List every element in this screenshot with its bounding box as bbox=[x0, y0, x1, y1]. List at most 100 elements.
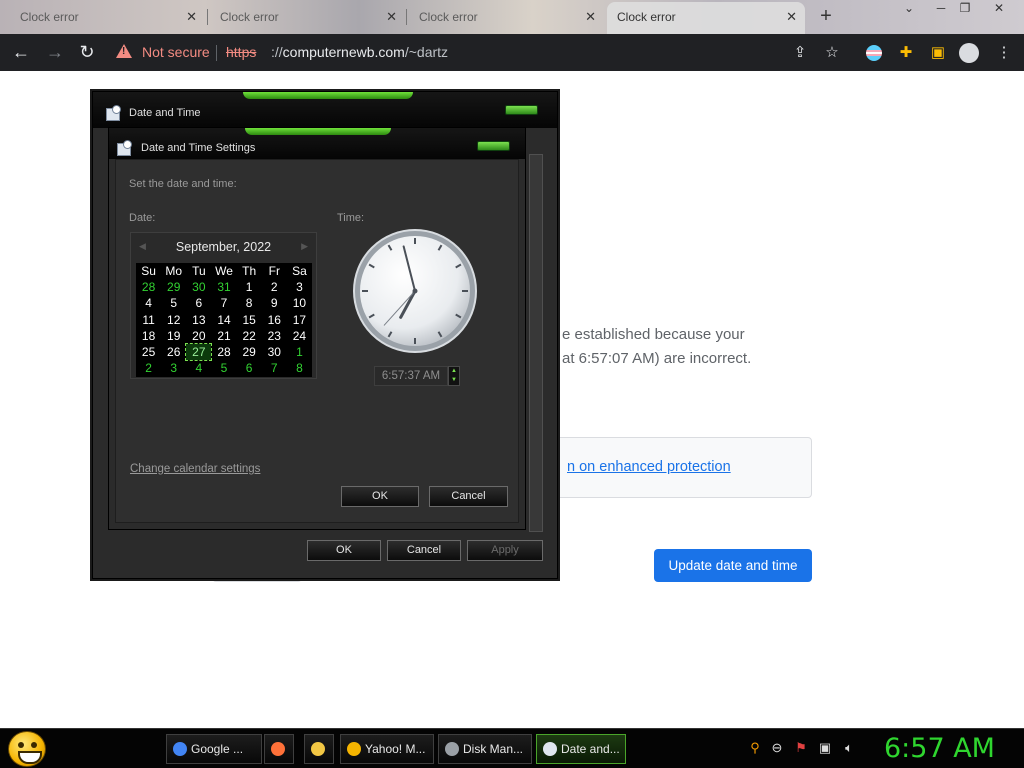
calendar-day[interactable]: 5 bbox=[161, 295, 186, 311]
change-calendar-settings-link[interactable]: Change calendar settings bbox=[130, 463, 260, 475]
calendar-day[interactable]: 1 bbox=[237, 279, 262, 295]
calendar-day[interactable]: 26 bbox=[161, 344, 186, 360]
calendar-day[interactable]: 7 bbox=[211, 295, 236, 311]
browser-tab[interactable]: Clock error ✕ bbox=[399, 0, 604, 34]
calendar-day[interactable]: 6 bbox=[237, 360, 262, 376]
taskbar-item[interactable]: Date and... bbox=[536, 734, 626, 764]
calendar-day[interactable]: 11 bbox=[136, 312, 161, 328]
calendar-day[interactable]: 2 bbox=[136, 360, 161, 376]
security-label[interactable]: Not secure bbox=[142, 44, 210, 60]
close-icon[interactable]: ✕ bbox=[386, 0, 397, 34]
apply-button[interactable]: Apply bbox=[467, 540, 543, 561]
calendar-day[interactable]: 21 bbox=[211, 328, 236, 344]
new-tab-button[interactable]: + bbox=[812, 0, 840, 34]
ok-button[interactable]: OK bbox=[341, 486, 419, 507]
dialog-titlebar[interactable]: Date and Time Settings bbox=[109, 128, 525, 159]
enhanced-protection-link[interactable]: n on enhanced protection bbox=[567, 459, 731, 475]
calendar-day[interactable]: 3 bbox=[287, 279, 312, 295]
calendar-month-label[interactable]: September, 2022 bbox=[131, 240, 316, 254]
minimize-button[interactable]: ─ bbox=[928, 0, 954, 20]
spin-down-icon[interactable]: ▼ bbox=[449, 376, 459, 385]
calendar-day[interactable]: 29 bbox=[161, 279, 186, 295]
calendar-day[interactable]: 7 bbox=[262, 360, 287, 376]
close-icon[interactable]: ✕ bbox=[585, 0, 596, 34]
calendar-day[interactable]: 24 bbox=[287, 328, 312, 344]
action-center-flag-icon[interactable]: ⚑ bbox=[792, 739, 810, 757]
calendar-day[interactable]: 16 bbox=[262, 312, 287, 328]
next-month-icon[interactable]: ▶ bbox=[301, 241, 308, 252]
browser-tab[interactable]: Clock error ✕ bbox=[200, 0, 405, 34]
calendar-day[interactable]: 14 bbox=[211, 312, 236, 328]
calendar-day[interactable]: 29 bbox=[237, 344, 262, 360]
tab-search-icon[interactable]: ⌄ bbox=[896, 0, 922, 20]
taskbar-item[interactable]: Yahoo! M... bbox=[340, 734, 434, 764]
restore-button[interactable]: ❐ bbox=[952, 0, 978, 20]
taskbar-item[interactable] bbox=[264, 734, 294, 764]
reload-icon[interactable]: ↻ bbox=[72, 34, 102, 71]
share-icon[interactable]: ⇪ bbox=[786, 34, 814, 71]
calendar-day[interactable]: 10 bbox=[287, 295, 312, 311]
volume-icon[interactable]: 🔈︎ bbox=[840, 739, 858, 757]
calendar-day[interactable]: 9 bbox=[262, 295, 287, 311]
bookmark-star-icon[interactable]: ☆ bbox=[818, 34, 846, 71]
calendar-day[interactable]: 15 bbox=[237, 312, 262, 328]
tray-status-icon[interactable]: ⊖ bbox=[768, 739, 786, 757]
update-date-time-button[interactable]: Update date and time bbox=[654, 549, 812, 582]
calendar-day[interactable]: 8 bbox=[237, 295, 262, 311]
calendar-day[interactable]: 19 bbox=[161, 328, 186, 344]
dialog-titlebar[interactable]: Date and Time bbox=[93, 92, 557, 128]
calendar-day[interactable]: 18 bbox=[136, 328, 161, 344]
forward-icon[interactable]: → bbox=[40, 34, 70, 71]
calendar-day[interactable]: 5 bbox=[211, 360, 236, 376]
calendar-day[interactable]: 12 bbox=[161, 312, 186, 328]
time-input[interactable]: 6:57:37 AM bbox=[374, 366, 448, 386]
close-window-button[interactable]: ✕ bbox=[986, 0, 1012, 20]
calendar-day[interactable]: 30 bbox=[262, 344, 287, 360]
browser-tab-active[interactable]: Clock error ✕ bbox=[607, 2, 805, 34]
cancel-button[interactable]: Cancel bbox=[429, 486, 508, 507]
calendar-day[interactable]: 22 bbox=[237, 328, 262, 344]
warning-icon[interactable] bbox=[116, 44, 132, 58]
close-icon[interactable]: ✕ bbox=[186, 0, 197, 34]
account-avatar-icon[interactable] bbox=[955, 34, 983, 71]
taskbar-item[interactable]: Google ... bbox=[166, 734, 262, 764]
calendar-day[interactable]: 4 bbox=[186, 360, 211, 376]
calendar-day[interactable]: 1 bbox=[287, 344, 312, 360]
spin-up-icon[interactable]: ▲ bbox=[449, 367, 459, 376]
start-button[interactable] bbox=[8, 731, 46, 767]
calendar-day[interactable]: 30 bbox=[186, 279, 211, 295]
close-button[interactable] bbox=[505, 105, 538, 115]
calendar-day[interactable]: 20 bbox=[186, 328, 211, 344]
network-icon[interactable]: ▣ bbox=[816, 739, 834, 757]
taskbar-item-label: Disk Man... bbox=[463, 742, 524, 756]
ok-button[interactable]: OK bbox=[307, 540, 381, 561]
address-bar[interactable]: Not secure https ://computernewb.com/~da… bbox=[106, 38, 866, 67]
calendar-day[interactable]: 8 bbox=[287, 360, 312, 376]
calendar-day[interactable]: 13 bbox=[186, 312, 211, 328]
extensions-icon[interactable]: ✚ bbox=[892, 34, 920, 71]
tray-clock[interactable]: 6:57 AM bbox=[884, 731, 995, 767]
back-icon[interactable]: ← bbox=[6, 34, 36, 71]
browser-tab[interactable]: Clock error ✕ bbox=[0, 0, 205, 34]
close-icon[interactable]: ✕ bbox=[786, 2, 797, 32]
calendar-day[interactable]: 2 bbox=[262, 279, 287, 295]
calendar-day[interactable]: 28 bbox=[211, 344, 236, 360]
taskbar-item[interactable] bbox=[304, 734, 334, 764]
profile-flag-icon[interactable] bbox=[860, 34, 888, 71]
close-button[interactable] bbox=[477, 141, 510, 151]
side-panel-icon[interactable]: ▣ bbox=[924, 34, 952, 71]
calendar-day[interactable]: 23 bbox=[262, 328, 287, 344]
calendar-day[interactable]: 25 bbox=[136, 344, 161, 360]
calendar-day[interactable]: 28 bbox=[136, 279, 161, 295]
menu-icon[interactable]: ⋮ bbox=[990, 34, 1018, 71]
calendar-day[interactable]: 31 bbox=[211, 279, 236, 295]
time-spinner[interactable]: ▲ ▼ bbox=[448, 366, 460, 386]
calendar-day[interactable]: 17 bbox=[287, 312, 312, 328]
calendar-day[interactable]: 3 bbox=[161, 360, 186, 376]
calendar-day[interactable]: 6 bbox=[186, 295, 211, 311]
taskbar-item[interactable]: Disk Man... bbox=[438, 734, 532, 764]
search-icon[interactable]: ⚲ bbox=[746, 739, 764, 757]
cancel-button[interactable]: Cancel bbox=[387, 540, 461, 561]
calendar-day[interactable]: 4 bbox=[136, 295, 161, 311]
calendar-day-selected[interactable]: 27 bbox=[185, 342, 213, 362]
